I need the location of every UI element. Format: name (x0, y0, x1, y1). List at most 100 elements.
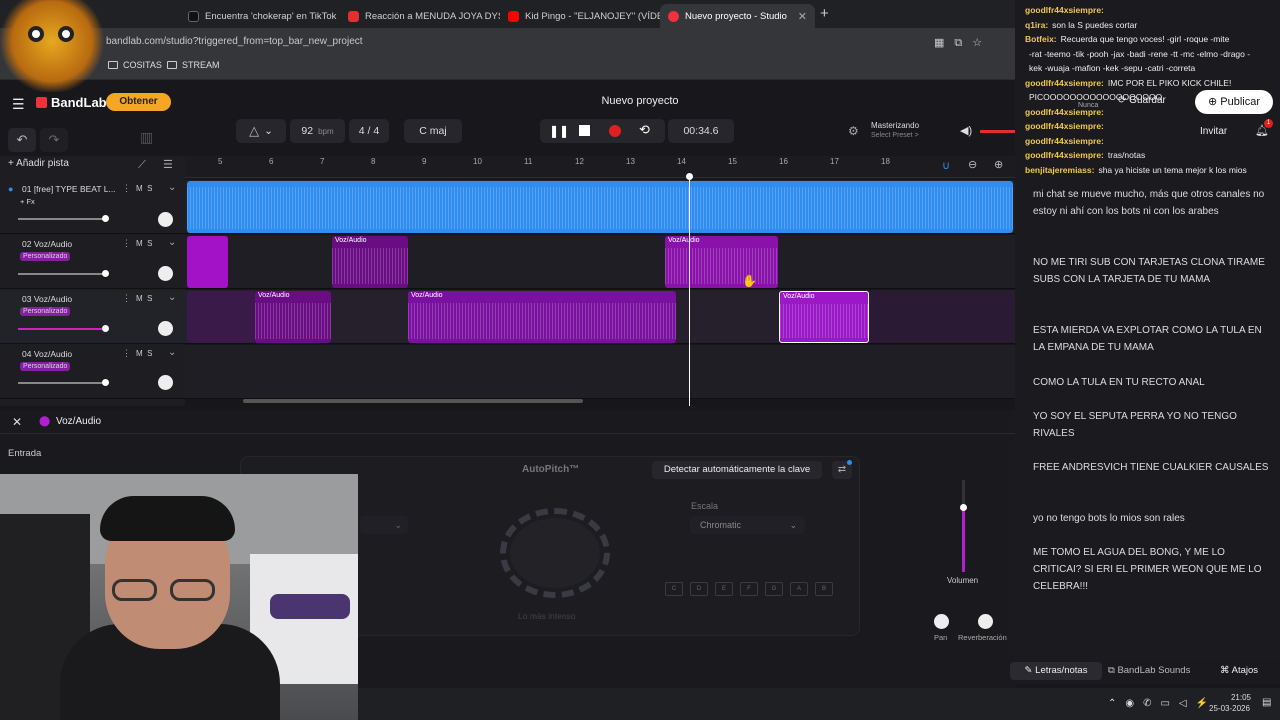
bpm-field[interactable]: 92 bpm (290, 119, 345, 143)
audio-clip[interactable]: Voz/Audio (408, 291, 676, 343)
magnet-icon[interactable]: ∪ (942, 159, 950, 172)
key-button[interactable]: E (715, 582, 733, 596)
time-signature[interactable]: 4 / 4 (349, 119, 389, 143)
chevron-down-icon[interactable]: ⌄ (168, 237, 176, 248)
track-volume-slider[interactable] (18, 379, 109, 386)
speaker-icon[interactable]: ◀) (960, 124, 972, 137)
track-name[interactable]: 03 Voz/Audio (22, 294, 72, 304)
bandlab-logo[interactable]: BandLab (36, 95, 107, 110)
more-icon[interactable]: ⋮ (122, 183, 131, 194)
add-track-button[interactable]: + Añadir pista (8, 158, 69, 169)
record-button[interactable] (609, 125, 621, 137)
pan-knob[interactable] (158, 375, 173, 390)
url-field[interactable]: bandlab.com/studio?triggered_from=top_ba… (98, 33, 998, 51)
key-button[interactable]: D (690, 582, 708, 596)
mute-solo[interactable]: M S (136, 184, 152, 193)
timeline-ruler[interactable] (185, 156, 1015, 178)
mute-solo[interactable]: M S (136, 294, 152, 303)
key-button[interactable]: B (815, 582, 833, 596)
fx-preset-tag[interactable]: Personalizado (20, 362, 71, 371)
stop-button[interactable] (579, 125, 590, 136)
more-icon[interactable]: ⋮ (122, 348, 131, 359)
pan-knob[interactable] (158, 266, 173, 281)
fx-button[interactable]: + Fx (20, 197, 35, 206)
scale-dropdown[interactable]: Chromatic ⌄ (690, 516, 805, 534)
zoom-in-icon[interactable]: ⊕ (994, 158, 1003, 171)
obtener-button[interactable]: Obtener (106, 93, 171, 111)
mute-solo[interactable]: M S (136, 239, 152, 248)
chevron-down-icon[interactable]: ⌄ (168, 182, 176, 193)
tray-icons[interactable]: ⌃◉✆▭◁⚡ (1108, 698, 1217, 709)
fx-preset-tag[interactable]: Personalizado (20, 307, 71, 316)
detect-key-button[interactable]: Detectar automáticamente la clave (652, 461, 822, 479)
browser-tab-active[interactable]: Nuevo proyecto - Studio ✕ (660, 4, 815, 28)
track-lane[interactable] (185, 345, 1015, 399)
audio-clip[interactable] (187, 181, 1013, 233)
more-icon[interactable]: ⋮ (122, 238, 131, 249)
key-button[interactable]: A (790, 582, 808, 596)
metronome-dropdown[interactable]: △ ⌄ (236, 119, 286, 143)
close-icon[interactable]: ✕ (798, 10, 807, 23)
track-name[interactable]: 02 Voz/Audio (22, 239, 72, 249)
audio-clip[interactable]: Voz/Audio (255, 291, 331, 343)
mute-solo[interactable]: M S (136, 349, 152, 358)
notification-center-icon[interactable]: ▤ (1262, 697, 1271, 708)
bookmark-folder[interactable]: STREAM (167, 60, 220, 70)
more-icon[interactable]: ⋮ (122, 293, 131, 304)
lyrics-notes-button[interactable]: ✎ Letras/notas (1010, 662, 1102, 680)
key-button[interactable]: G (765, 582, 783, 596)
browser-tab[interactable]: Kid Pingo - "ELJANOJEY" (VÍDE ✕ (500, 4, 660, 28)
horizontal-scrollbar[interactable] (243, 399, 583, 403)
playhead-handle[interactable] (686, 173, 693, 180)
pan-knob[interactable] (934, 614, 949, 629)
audio-clip[interactable] (869, 291, 1013, 343)
mixer-icon[interactable]: ▥ (140, 129, 160, 149)
reverb-knob[interactable] (978, 614, 993, 629)
wand-icon[interactable]: ⟋ (138, 159, 146, 172)
audio-clip[interactable] (187, 291, 255, 343)
zoom-out-icon[interactable]: ⊖ (968, 158, 977, 171)
chevron-down-icon[interactable]: ⌄ (168, 347, 176, 358)
input-dropdown[interactable]: ⌄ (360, 516, 408, 534)
pause-button[interactable]: ❚❚ (549, 124, 569, 138)
track-volume-slider[interactable] (18, 215, 109, 222)
key-selector[interactable]: C maj (404, 119, 462, 143)
shortcuts-button[interactable]: ⌘ Atajos (1220, 665, 1258, 676)
redo-button[interactable]: ↷ (40, 128, 68, 152)
track-volume-slider[interactable] (18, 270, 109, 277)
chevron-down-icon[interactable]: ⌄ (168, 292, 176, 303)
volume-handle[interactable] (960, 504, 967, 511)
address-actions-icon[interactable]: ▦⧉☆ (934, 36, 992, 50)
fx-preset-tag[interactable]: Personalizado (20, 252, 71, 261)
publish-button[interactable]: ⊕ Publicar (1195, 90, 1273, 114)
filter-icon[interactable]: ☰ (163, 158, 173, 171)
mastering-preset[interactable]: Select Preset > (871, 132, 919, 139)
audio-clip[interactable]: Voz/Audio (332, 236, 408, 288)
audio-clip-selected[interactable]: Voz/Audio (779, 291, 869, 343)
browser-tab[interactable]: Encuentra 'chokerap' en TikTok ✕ (180, 4, 338, 28)
track-name[interactable]: 04 Voz/Audio (22, 349, 72, 359)
audio-clip[interactable] (187, 236, 228, 288)
audio-clip[interactable]: Voz/Audio (665, 236, 778, 288)
project-title[interactable]: Nuevo proyecto (540, 95, 740, 107)
close-panel-icon[interactable]: ✕ (12, 415, 22, 429)
track-name[interactable]: 01 [free] TYPE BEAT L... (22, 184, 116, 194)
track-lane[interactable] (185, 235, 1015, 289)
mastering-title[interactable]: Masterizando (871, 121, 919, 130)
key-button[interactable]: F (740, 582, 758, 596)
invite-button[interactable]: Invitar (1200, 126, 1238, 137)
key-button[interactable]: C (665, 582, 683, 596)
loop-icon[interactable]: ⟲ (639, 122, 650, 138)
bookmark-folder[interactable]: COSITAS (108, 60, 162, 70)
autopitch-knob[interactable] (510, 518, 600, 588)
pan-knob[interactable] (158, 321, 173, 336)
menu-icon[interactable]: ☰ (12, 96, 25, 113)
track-volume-slider[interactable] (18, 325, 109, 332)
bandlab-sounds-button[interactable]: ⧉ BandLab Sounds (1108, 665, 1190, 676)
new-tab-button[interactable]: + (820, 5, 829, 22)
undo-button[interactable]: ↶ (8, 128, 36, 152)
pan-knob[interactable] (158, 212, 173, 227)
browser-tab[interactable]: Reacción a MENUDA JOYA DYS ✕ (340, 4, 500, 28)
playhead[interactable] (689, 176, 690, 406)
save-button[interactable]: ⟳ Guardar (1118, 95, 1166, 106)
